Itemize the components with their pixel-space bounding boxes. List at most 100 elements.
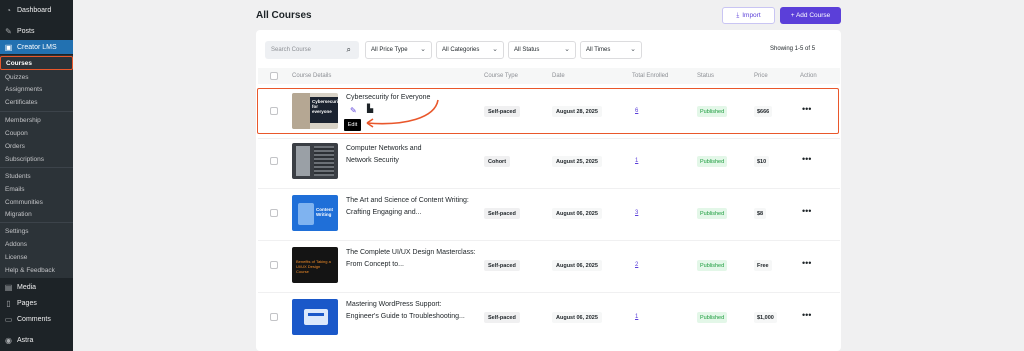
enrolled-count-link[interactable]: 1 bbox=[635, 158, 638, 164]
sidebar-item-quizzes[interactable]: Quizzes bbox=[0, 72, 73, 82]
course-title[interactable]: The Complete UI/UX Design Masterclass: F… bbox=[346, 247, 476, 270]
sidebar-label: Addons bbox=[5, 240, 28, 248]
row-divider bbox=[258, 292, 840, 293]
course-price: $10 bbox=[754, 156, 770, 167]
sidebar-label: License bbox=[5, 253, 28, 261]
sidebar-divider bbox=[0, 222, 73, 223]
sidebar-item-comments[interactable]: ▭ Comments bbox=[0, 313, 73, 325]
chevron-down-icon: ⌄ bbox=[630, 46, 636, 53]
thumbnail-illustration bbox=[304, 309, 328, 325]
row-divider bbox=[258, 240, 840, 241]
column-date[interactable]: Date bbox=[552, 73, 565, 79]
sidebar-item-pages[interactable]: ▯ Pages bbox=[0, 297, 73, 309]
enrolled-count-link[interactable]: 3 bbox=[635, 210, 638, 216]
course-price: $1,000 bbox=[754, 312, 777, 323]
column-course-type[interactable]: Course Type bbox=[484, 73, 518, 79]
add-course-label: + Add Course bbox=[790, 12, 831, 19]
sidebar-label: Membership bbox=[5, 116, 41, 124]
sidebar-item-addons[interactable]: Addons bbox=[0, 239, 73, 249]
sidebar-item-help[interactable]: Help & Feedback bbox=[0, 265, 73, 275]
column-price[interactable]: Price bbox=[754, 73, 768, 79]
sidebar-item-assignments[interactable]: Assignments bbox=[0, 84, 73, 94]
sidebar-item-coupon[interactable]: Coupon bbox=[0, 128, 73, 138]
select-all-checkbox[interactable] bbox=[270, 72, 278, 80]
column-status[interactable]: Status bbox=[697, 73, 714, 79]
row-checkbox[interactable] bbox=[270, 209, 278, 217]
sidebar-label: Migration bbox=[5, 210, 32, 218]
course-thumbnail[interactable]: Content Writing bbox=[292, 195, 338, 231]
column-course-details[interactable]: Course Details bbox=[292, 73, 331, 79]
course-type-badge: Self-paced bbox=[484, 312, 520, 323]
course-title[interactable]: The Art and Science of Content Writing: … bbox=[346, 195, 476, 218]
more-actions-icon[interactable]: ••• bbox=[802, 154, 811, 164]
sidebar-item-communities[interactable]: Communities bbox=[0, 197, 73, 207]
course-type-badge: Cohort bbox=[484, 156, 511, 167]
row-divider bbox=[258, 138, 840, 139]
sidebar-item-media[interactable]: ▤ Media bbox=[0, 281, 73, 293]
add-course-button[interactable]: + Add Course bbox=[780, 7, 841, 24]
enrolled-count-link[interactable]: 2 bbox=[635, 262, 638, 268]
row-checkbox[interactable] bbox=[270, 157, 278, 165]
chevron-down-icon: ⌄ bbox=[420, 46, 426, 53]
creator-lms-icon: ▣ bbox=[4, 42, 13, 52]
sidebar-item-astra[interactable]: ◉ Astra bbox=[0, 334, 73, 346]
course-date: August 25, 2025 bbox=[552, 156, 602, 167]
sidebar-label: Settings bbox=[5, 227, 29, 235]
sidebar-item-membership[interactable]: Membership bbox=[0, 115, 73, 125]
course-thumbnail[interactable]: Benefits of Taking a UI/UX Design Course bbox=[292, 247, 338, 283]
status-select[interactable]: All Status ⌄ bbox=[508, 41, 576, 59]
status-badge: Published bbox=[697, 208, 728, 219]
status-badge: Published bbox=[697, 156, 728, 167]
sidebar-item-settings[interactable]: Settings bbox=[0, 226, 73, 236]
sidebar-item-students[interactable]: Students bbox=[0, 171, 73, 181]
course-title[interactable]: Computer Networks and Network Security bbox=[346, 143, 441, 166]
search-input[interactable]: Search Course ⌕ bbox=[265, 41, 359, 59]
sidebar-item-migration[interactable]: Migration bbox=[0, 209, 73, 219]
search-icon[interactable]: ⌕ bbox=[347, 45, 351, 55]
sidebar-label: Media bbox=[17, 283, 37, 291]
sidebar-item-posts[interactable]: ✎ Posts bbox=[0, 25, 73, 37]
pagination-summary: Showing 1-5 of 5 bbox=[770, 46, 816, 52]
row-checkbox[interactable] bbox=[270, 261, 278, 269]
select-value: All Status bbox=[514, 47, 540, 53]
row-checkbox[interactable] bbox=[270, 313, 278, 321]
pages-icon: ▯ bbox=[6, 298, 11, 308]
more-actions-icon[interactable]: ••• bbox=[802, 258, 811, 268]
sidebar-item-subscriptions[interactable]: Subscriptions bbox=[0, 154, 73, 164]
course-thumbnail[interactable] bbox=[292, 143, 338, 179]
more-actions-icon[interactable]: ••• bbox=[802, 310, 811, 320]
course-title[interactable]: Mastering WordPress Support: Engineer's … bbox=[346, 299, 476, 322]
more-actions-icon[interactable]: ••• bbox=[802, 206, 811, 216]
price-type-select[interactable]: All Price Type ⌄ bbox=[365, 41, 432, 59]
sidebar-item-creator-lms[interactable]: ▣ Creator LMS bbox=[0, 40, 73, 54]
astra-icon: ◉ bbox=[5, 335, 12, 345]
sidebar-item-orders[interactable]: Orders bbox=[0, 141, 73, 151]
column-action: Action bbox=[800, 73, 817, 79]
highlight-box bbox=[257, 88, 839, 134]
sidebar-label: Emails bbox=[5, 185, 25, 193]
media-icon: ▤ bbox=[4, 282, 13, 292]
sidebar-label: Posts bbox=[17, 27, 35, 35]
thumbnail-text: Benefits of Taking a UI/UX Design Course bbox=[296, 259, 331, 274]
select-value: All Categories bbox=[442, 47, 480, 53]
sidebar-item-license[interactable]: License bbox=[0, 252, 73, 262]
column-total-enrolled[interactable]: Total Enrolled bbox=[632, 73, 668, 79]
sidebar-label: Coupon bbox=[5, 129, 28, 137]
sidebar-item-emails[interactable]: Emails bbox=[0, 184, 73, 194]
enrolled-count-link[interactable]: 1 bbox=[635, 314, 638, 320]
chevron-down-icon: ⌄ bbox=[564, 46, 570, 53]
admin-sidebar: ◔ Dashboard ✎ Posts ▣ Creator LMS Courses Q… bbox=[0, 0, 73, 351]
status-badge: Published bbox=[697, 312, 728, 323]
row-divider bbox=[258, 188, 840, 189]
times-select[interactable]: All Times ⌄ bbox=[580, 41, 642, 59]
import-button[interactable]: ⤓ Import bbox=[722, 7, 775, 24]
sidebar-item-certificates[interactable]: Certificates bbox=[0, 97, 73, 107]
sidebar-item-dashboard[interactable]: ◔ Dashboard bbox=[0, 4, 73, 16]
comments-icon: ▭ bbox=[4, 314, 13, 324]
sidebar-label: Students bbox=[5, 172, 31, 180]
sidebar-item-courses[interactable]: Courses bbox=[0, 56, 73, 70]
categories-select[interactable]: All Categories ⌄ bbox=[436, 41, 504, 59]
course-thumbnail[interactable] bbox=[292, 299, 338, 335]
course-type-badge: Self-paced bbox=[484, 260, 520, 271]
course-date: August 06, 2025 bbox=[552, 312, 602, 323]
